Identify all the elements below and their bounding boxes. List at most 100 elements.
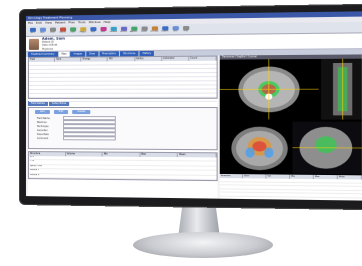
toolbar-button-label: Open xyxy=(30,31,35,34)
cell xyxy=(103,170,141,174)
toolbar-button-label: Contour xyxy=(109,30,117,33)
cell xyxy=(178,162,216,166)
cell xyxy=(140,166,178,170)
column-header: Couch xyxy=(189,56,217,61)
structure-list[interactable]: Structure Volume Min Max Mean PTV CTV Spinal C… xyxy=(27,151,218,182)
menu-item-patient[interactable]: Patient xyxy=(55,20,66,25)
menu-item-help[interactable]: Help xyxy=(104,20,111,25)
cell xyxy=(103,165,141,169)
patient-photo xyxy=(28,38,39,50)
column-header: Vol xyxy=(266,174,291,179)
cell xyxy=(103,157,141,161)
form-row: Comment xyxy=(29,135,217,141)
toolbar-button-contour[interactable]: Contour xyxy=(109,26,118,34)
dose-stats-table[interactable]: Structure Dose Vol Min Max Mean xyxy=(219,173,362,201)
plan-panel: Field Type Energy MU Gantry Collimator Couch F… xyxy=(27,55,218,199)
toolbar-button-label: Export xyxy=(141,30,148,33)
column-header: Energy xyxy=(81,57,109,62)
comment-field[interactable] xyxy=(63,135,116,141)
patient-details: Patient ID Date of Birth Physician xyxy=(42,41,65,51)
cell xyxy=(178,175,216,179)
cell xyxy=(140,161,178,165)
field-label: Field Name xyxy=(36,116,50,120)
add-button[interactable]: Add xyxy=(34,110,50,115)
cell xyxy=(140,175,178,179)
column-header: Min xyxy=(290,174,314,180)
cell xyxy=(66,161,103,165)
toolbar-button-label: Review xyxy=(120,30,127,33)
toolbar-button-patient[interactable]: Patient xyxy=(58,26,67,34)
table-row[interactable] xyxy=(219,196,362,201)
cell xyxy=(178,157,216,161)
toolbar-button-save[interactable]: Save xyxy=(38,27,47,35)
toolbar-button-images[interactable]: Images xyxy=(78,26,87,34)
list-item[interactable]: Parotid R xyxy=(28,173,217,181)
field-label: Isocenter xyxy=(36,128,48,132)
toolbar-button-label: Save xyxy=(40,31,45,34)
monitor-bezel: Oncology Treatment Planning File Edit View… xyxy=(20,4,362,210)
menu-item-tools[interactable]: Tools xyxy=(78,20,85,25)
ct-axial-view[interactable] xyxy=(220,59,362,120)
menu-item-view[interactable]: View xyxy=(45,21,52,26)
toolbar-button-label: Dose xyxy=(100,30,106,33)
toolbar-button-label: Schedule xyxy=(150,29,159,33)
menu-item-file[interactable]: File xyxy=(28,21,33,26)
cell: CTV xyxy=(29,160,35,163)
table-row[interactable] xyxy=(28,97,217,102)
toolbar-button-label: Print xyxy=(50,31,55,34)
toolbar-button-review[interactable]: Review xyxy=(119,26,128,34)
cell xyxy=(103,174,141,178)
field-details-panel: Add Edit Delete Field Name Machine Technique… xyxy=(27,107,218,151)
toolbar-button-label: Reports xyxy=(161,29,169,32)
ct-coronal-image xyxy=(219,121,362,175)
toolbar-button-label: Patient xyxy=(59,30,66,34)
column-header: Collimator xyxy=(161,56,190,62)
column-header: Gantry xyxy=(134,56,162,62)
toolbar-button-print[interactable]: Print xyxy=(48,27,57,35)
edit-button[interactable]: Edit xyxy=(53,110,69,115)
menu-item-edit[interactable]: Edit xyxy=(36,21,42,26)
toolbar-button-dose[interactable]: Dose xyxy=(98,26,107,34)
ct-coronal-view[interactable] xyxy=(219,121,362,175)
menu-item-window[interactable]: Window xyxy=(89,20,101,25)
form-button-row: Add Edit Delete xyxy=(29,108,217,116)
cell: Parotid R xyxy=(29,173,40,176)
toolbar-button-label: Help xyxy=(183,29,188,32)
column-header: Field xyxy=(28,57,56,62)
toolbar-button-open[interactable]: Open xyxy=(28,27,37,35)
column-header: Structure xyxy=(219,173,244,179)
toolbar-button-plan[interactable]: Plan xyxy=(88,26,97,34)
toolbar-button-reports[interactable]: Reports xyxy=(160,25,169,33)
toolbar-button-label: Plan xyxy=(90,30,95,33)
field-label: Technique xyxy=(36,124,49,128)
column-header: MU xyxy=(108,57,135,62)
cell xyxy=(140,170,178,174)
toolbar-button-label: Images xyxy=(79,30,87,33)
toolbar-button-approve[interactable]: Approve xyxy=(129,26,138,34)
toolbar-button-tools[interactable]: Tools xyxy=(171,25,180,33)
field-label: Comment xyxy=(36,136,49,140)
column-header: Type xyxy=(55,57,82,62)
cell xyxy=(178,171,216,175)
field-label: Machine xyxy=(36,120,47,124)
toolbar-button-chart[interactable]: Chart xyxy=(68,26,77,34)
column-header: Dose xyxy=(243,174,267,179)
cell xyxy=(140,157,178,161)
menu-item-plan[interactable]: Plan xyxy=(69,20,75,25)
toolbar-button-help[interactable]: Help xyxy=(181,25,190,33)
cell xyxy=(66,174,103,178)
monitor-base xyxy=(133,232,273,258)
toolbar-button-label: Approve xyxy=(129,30,138,33)
cell: PTV xyxy=(29,156,34,159)
toolbar-button-schedule[interactable]: Schedule xyxy=(150,25,159,33)
toolbar-button-label: Chart xyxy=(70,30,76,33)
column-header: Max xyxy=(313,174,338,180)
field-grid[interactable]: Field Type Energy MU Gantry Collimator Couch xyxy=(27,55,218,102)
toolbar-button-label: Tools xyxy=(172,29,178,32)
ct-axial-image xyxy=(220,59,362,120)
patient-detail-line: Physician xyxy=(41,47,54,51)
toolbar-button-export[interactable]: Export xyxy=(139,25,148,33)
cell xyxy=(66,170,103,174)
delete-button[interactable]: Delete xyxy=(72,110,91,115)
image-viewer[interactable]: Transverse / Sagittal / Coronal Structur… xyxy=(219,54,362,201)
